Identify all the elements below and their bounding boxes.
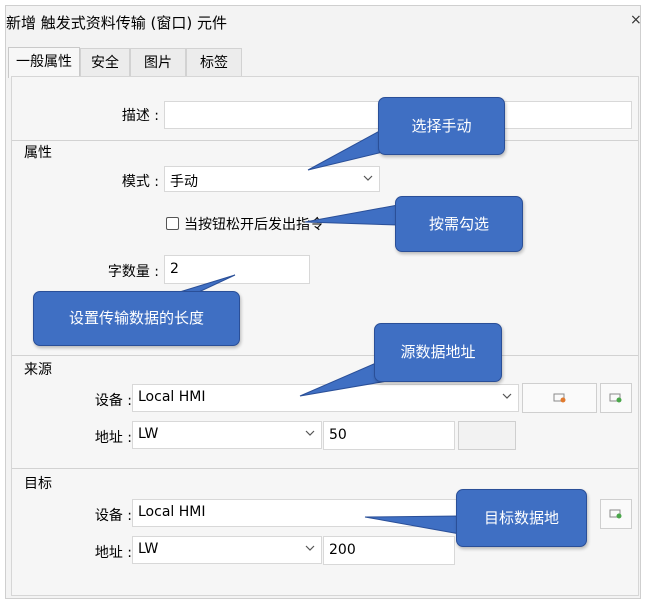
tab-picture[interactable]: 图片 [130,48,186,77]
target-address-type-value: LW [138,541,159,557]
chevron-down-icon [305,545,315,551]
window-title: 新增 触发式资料传输 (窗口) 元件 [6,14,228,32]
callout-select-manual: 选择手动 [378,97,505,155]
mode-select[interactable]: 手动 [164,166,380,192]
word-count-label: 字数量 : [107,264,159,280]
tab-label[interactable]: 标签 [186,48,242,77]
callout-source-address: 源数据地址 [374,323,502,382]
title-bar: 新增 触发式资料传输 (窗口) 元件 × [6,6,642,40]
source-address-type-select[interactable]: LW [132,421,322,449]
attributes-section: 属性 [12,140,638,161]
chevron-down-icon [305,430,315,436]
target-device-label: 设备 : [94,508,132,524]
chevron-down-icon [502,393,512,399]
chevron-down-icon [363,175,373,181]
tab-general[interactable]: 一般属性 [8,47,80,78]
source-address-extra [458,421,516,450]
device-settings-button[interactable] [522,383,597,413]
release-send-checkbox-label: 当按钮松开后发出指令 [184,217,324,233]
source-section-title: 来源 [24,362,52,378]
device-settings-icon [553,393,565,403]
mode-label: 模式 : [121,174,159,190]
source-device-value: Local HMI [138,389,206,405]
tab-security[interactable]: 安全 [80,48,130,77]
target-address-type-select[interactable]: LW [132,536,322,564]
callout-target-address: 目标数据地 [456,489,587,547]
description-label: 描述 : [121,108,159,124]
source-device-select[interactable]: Local HMI [132,384,519,412]
callout-check-as-needed: 按需勾选 [395,196,523,252]
target-section: 目标 [12,468,638,492]
device-refresh-icon [609,393,622,403]
target-address-label: 地址 : [94,545,132,561]
callout-set-length: 设置传输数据的长度 [33,291,240,346]
source-device-label: 设备 : [94,393,132,409]
target-device-value: Local HMI [138,504,206,520]
device-refresh-button[interactable] [600,383,632,413]
attributes-section-title: 属性 [24,145,52,161]
word-count-input[interactable]: 2 [164,255,310,284]
device-refresh-button[interactable] [600,499,632,529]
target-address-input[interactable]: 200 [323,536,455,565]
release-send-checkbox[interactable] [166,217,179,230]
close-icon[interactable]: × [630,12,642,28]
mode-select-value: 手动 [170,174,198,190]
target-section-title: 目标 [24,476,52,492]
source-address-label: 地址 : [94,430,132,446]
source-address-input[interactable]: 50 [323,421,455,450]
device-refresh-icon [609,509,622,519]
source-address-type-value: LW [138,426,159,442]
source-section: 来源 [12,355,638,378]
